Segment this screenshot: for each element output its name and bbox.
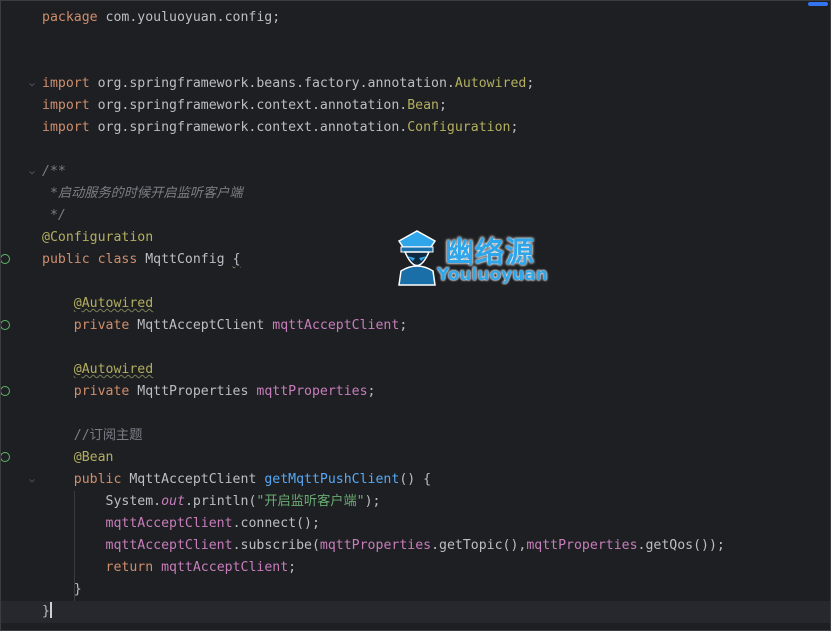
code-line-28[interactable]: } — [1, 601, 830, 623]
bean-gutter-icon[interactable] — [1, 254, 10, 264]
autowired-gutter-icon[interactable] — [1, 320, 10, 330]
code-editor[interactable]: package com.youluoyuan.config; ⌵ import o… — [0, 0, 831, 631]
autowired-gutter-icon[interactable] — [1, 386, 10, 396]
code-line-25[interactable]: mqttAcceptClient.subscribe(mqttPropertie… — [42, 535, 830, 557]
fold-arrow-icon[interactable]: ⌵ — [27, 161, 37, 183]
fold-arrow-icon[interactable]: ⌵ — [27, 73, 37, 95]
code-line-22[interactable]: ⌵ public MqttAcceptClient getMqttPushCli… — [29, 469, 830, 491]
code-line-27[interactable]: } — [42, 579, 830, 601]
gutter[interactable] — [1, 1, 39, 630]
code-line-8[interactable]: ⌵/** — [29, 161, 830, 183]
fold-arrow-icon[interactable]: ⌵ — [27, 469, 37, 491]
code-line-19[interactable] — [42, 403, 830, 425]
logo-icon — [397, 230, 437, 286]
code-line-4[interactable]: ⌵ import org.springframework.beans.factor… — [29, 73, 830, 95]
code-area[interactable]: package com.youluoyuan.config; ⌵ import o… — [1, 7, 830, 623]
code-line-2[interactable] — [42, 29, 830, 51]
code-line-24[interactable]: mqttAcceptClient.connect(); — [42, 513, 830, 535]
code-line-9[interactable]: *启动服务的时候开启监听客户端 — [42, 183, 830, 205]
code-line-6[interactable]: import org.springframework.context.annot… — [42, 117, 830, 139]
code-line-3[interactable] — [42, 51, 830, 73]
code-line-1[interactable]: package com.youluoyuan.config; — [42, 7, 830, 29]
scrollbar-marker[interactable] — [808, 2, 828, 6]
code-line-14[interactable]: @Autowired — [42, 293, 830, 315]
code-line-23[interactable]: System.out.println("开启监听客户端"); — [42, 491, 830, 513]
code-line-17[interactable]: @Autowired — [42, 359, 830, 381]
watermark: 幽络源 Youluoyuan — [393, 227, 568, 289]
code-line-7[interactable] — [42, 139, 830, 161]
bean-gutter-icon[interactable] — [1, 452, 10, 462]
text-caret — [49, 602, 52, 618]
watermark-title-en: Youluoyuan — [437, 265, 548, 285]
code-line-16[interactable] — [42, 337, 830, 359]
code-line-18[interactable]: private MqttProperties mqttProperties; — [1, 381, 830, 403]
code-line-21[interactable]: @Bean — [1, 447, 830, 469]
code-line-15[interactable]: private MqttAcceptClient mqttAcceptClien… — [1, 315, 830, 337]
code-line-20[interactable]: //订阅主题 — [42, 425, 830, 447]
code-line-5[interactable]: import org.springframework.context.annot… — [42, 95, 830, 117]
code-line-26[interactable]: return mqttAcceptClient; — [42, 557, 830, 579]
code-line-10[interactable]: */ — [42, 205, 830, 227]
